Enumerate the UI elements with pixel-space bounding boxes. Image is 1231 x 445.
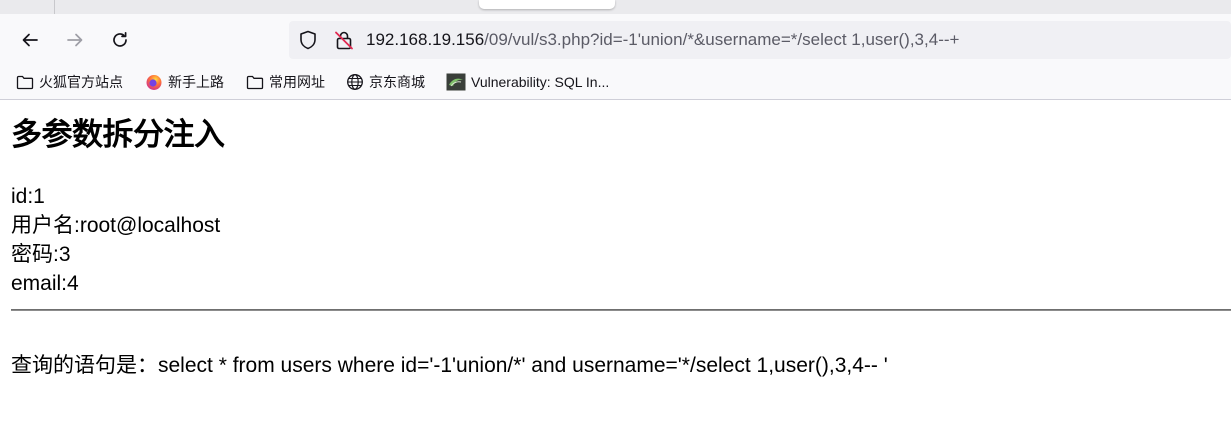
page-title: 多参数拆分注入 (11, 117, 225, 153)
bookmark-firefox-official[interactable]: 火狐官方站点 (16, 70, 123, 94)
sql-query-text: 查询的语句是：select * from users where id='-1'… (11, 354, 888, 377)
result-username: 用户名:root@localhost (11, 214, 221, 237)
reload-icon (113, 31, 127, 47)
bookmark-label: 京东商城 (369, 74, 425, 90)
bookmark-label: Vulnerability: SQL In... (471, 74, 610, 90)
tab-strip (0, 0, 1231, 14)
back-button[interactable] (15, 25, 45, 55)
result-id: id:1 (11, 185, 45, 208)
url-host: 192.168.19.156 (366, 30, 485, 49)
bookmarks-toolbar: 火狐官方站点 新手上路 常用网址 京东商城 Vulnerability: SQL… (0, 66, 1231, 99)
bookmark-label: 常用网址 (269, 74, 325, 90)
result-password: 密码:3 (11, 243, 71, 266)
navigation-toolbar: 192.168.19.156/09/vul/s3.php?id=-1'union… (0, 14, 1231, 66)
bookmark-dvwa-sql-injection[interactable]: Vulnerability: SQL In... (446, 70, 609, 94)
url-text[interactable]: 192.168.19.156/09/vul/s3.php?id=-1'union… (366, 30, 959, 50)
page-content: 多参数拆分注入 id:1 用户名:root@localhost 密码:3 ema… (0, 100, 1231, 445)
globe-icon (347, 74, 363, 90)
insecure-lock-icon[interactable] (333, 29, 355, 51)
url-path: /09/vul/s3.php?id=-1'union/*&username=*/… (484, 30, 960, 49)
dvwa-icon (446, 73, 466, 91)
folder-icon (246, 75, 264, 90)
bookmark-getting-started[interactable]: 新手上路 (145, 70, 224, 94)
forward-button[interactable] (60, 25, 90, 55)
browser-chrome: 192.168.19.156/09/vul/s3.php?id=-1'union… (0, 0, 1231, 100)
folder-icon (16, 75, 34, 90)
bookmark-label: 新手上路 (168, 74, 224, 90)
address-bar[interactable]: 192.168.19.156/09/vul/s3.php?id=-1'union… (289, 21, 1231, 59)
arrow-left-icon (22, 33, 38, 47)
reload-button[interactable] (105, 25, 135, 55)
bookmark-label: 火狐官方站点 (39, 74, 123, 90)
tab-separator (54, 0, 55, 14)
horizontal-rule (11, 309, 1231, 311)
active-tab[interactable] (479, 0, 615, 9)
result-email: email:4 (11, 272, 79, 295)
firefox-icon (146, 75, 162, 90)
bookmark-common-sites[interactable]: 常用网址 (246, 70, 325, 94)
tracking-protection-shield-icon[interactable] (297, 29, 319, 51)
arrow-right-icon (67, 33, 83, 47)
bookmark-jd[interactable]: 京东商城 (346, 70, 425, 94)
